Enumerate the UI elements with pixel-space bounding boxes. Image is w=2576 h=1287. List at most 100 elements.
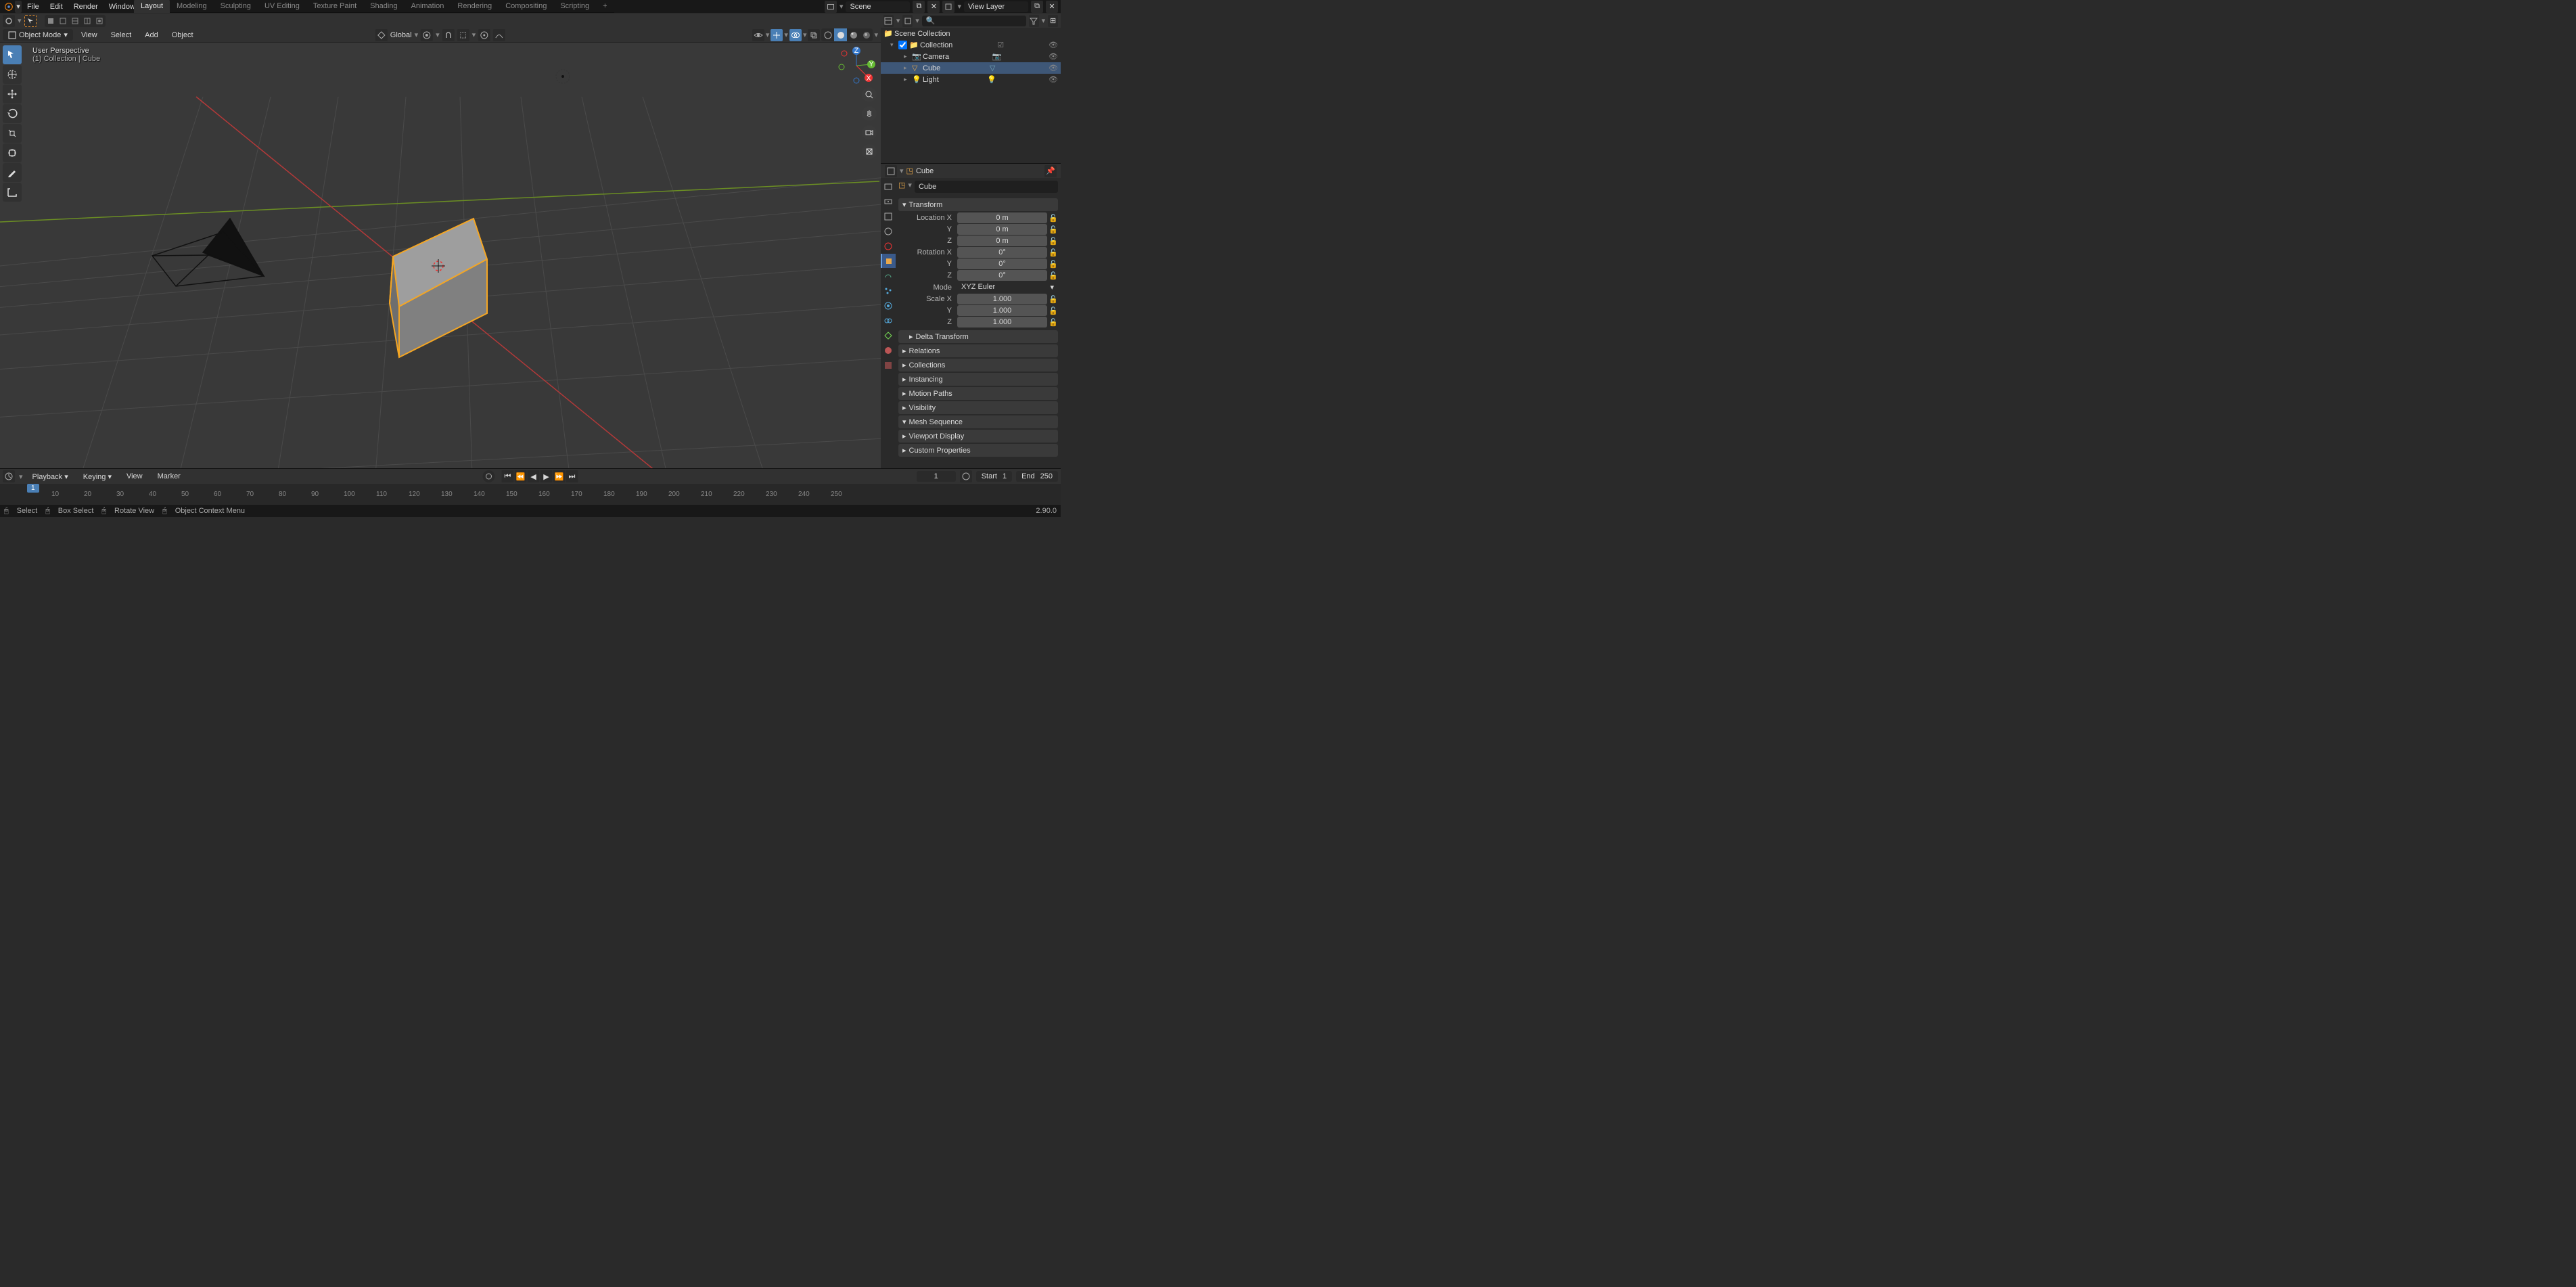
blender-logo-icon[interactable] bbox=[3, 1, 15, 13]
workspace-tab-layout[interactable]: Layout bbox=[134, 0, 170, 13]
dropdown-icon[interactable]: ▾ bbox=[896, 16, 900, 25]
rotate-tool[interactable] bbox=[3, 104, 22, 123]
ptab-texture[interactable] bbox=[881, 358, 896, 372]
proportional-falloff-icon[interactable] bbox=[493, 29, 505, 41]
ptab-data[interactable] bbox=[881, 328, 896, 342]
add-workspace-button[interactable]: + bbox=[596, 0, 614, 13]
cursor-tool[interactable] bbox=[3, 65, 22, 84]
select-box-tool[interactable] bbox=[3, 45, 22, 64]
dropdown-icon[interactable]: ▾ bbox=[900, 166, 904, 175]
tree-item-camera[interactable]: ▸ 📷 Camera 📷 👁 bbox=[881, 51, 1061, 62]
ptab-physics[interactable] bbox=[881, 298, 896, 313]
rot-x-field[interactable]: 0° bbox=[957, 247, 1047, 258]
eye-icon[interactable]: 👁 bbox=[1049, 41, 1058, 49]
dropdown-icon[interactable]: ▾ bbox=[19, 472, 23, 481]
dropdown-icon[interactable]: ▾ bbox=[18, 16, 22, 25]
menu-file[interactable]: File bbox=[22, 1, 45, 13]
viewport-3d[interactable]: User Perspective (1) Collection | Cube X… bbox=[0, 43, 881, 468]
section-transform[interactable]: ▾Transform bbox=[898, 198, 1058, 211]
eye-icon[interactable]: 👁 bbox=[1049, 64, 1058, 72]
camera-view-icon[interactable] bbox=[862, 125, 877, 140]
menu-edit[interactable]: Edit bbox=[45, 1, 68, 13]
loc-x-field[interactable]: 0 m bbox=[957, 212, 1047, 223]
visibility-icon[interactable] bbox=[752, 29, 764, 41]
select-mode-subtract[interactable] bbox=[69, 15, 81, 27]
scale-tool[interactable] bbox=[3, 124, 22, 143]
object-name-field[interactable] bbox=[915, 181, 1058, 193]
pan-gizmo-icon[interactable] bbox=[862, 106, 877, 121]
lock-icon[interactable]: 🔓 bbox=[1049, 237, 1058, 246]
dropdown-icon[interactable]: ▾ bbox=[957, 2, 961, 11]
lock-icon[interactable]: 🔓 bbox=[1049, 295, 1058, 304]
props-editor-icon[interactable] bbox=[885, 165, 897, 177]
pin-icon[interactable]: 📌 bbox=[1044, 165, 1057, 177]
perspective-toggle-icon[interactable] bbox=[862, 144, 877, 159]
eye-icon[interactable]: 👁 bbox=[1049, 52, 1058, 61]
measure-tool[interactable] bbox=[3, 183, 22, 202]
zoom-gizmo-icon[interactable] bbox=[862, 87, 877, 102]
dropdown-icon[interactable]: ▾ bbox=[766, 30, 770, 39]
tree-collection[interactable]: ▾ 📁 Collection ☑ 👁 bbox=[881, 39, 1061, 51]
ptab-viewlayer[interactable] bbox=[881, 209, 896, 223]
section-visibility[interactable]: ▸Visibility bbox=[898, 401, 1058, 414]
workspace-tab-scripting[interactable]: Scripting bbox=[553, 0, 596, 13]
select-mode-extend[interactable] bbox=[57, 15, 69, 27]
transform-tool[interactable] bbox=[3, 143, 22, 162]
exclude-icon[interactable]: ☑ bbox=[997, 41, 1004, 49]
tl-playback[interactable]: Playback ▾ bbox=[27, 470, 74, 483]
dropdown-icon[interactable]: ▾ bbox=[436, 30, 440, 39]
viewlayer-name-input[interactable] bbox=[964, 1, 1028, 12]
menu-render[interactable]: Render bbox=[68, 1, 104, 13]
overlay-toggle-icon[interactable] bbox=[789, 29, 802, 41]
scene-browse-icon[interactable] bbox=[825, 1, 837, 13]
outliner-editor-icon[interactable] bbox=[883, 15, 894, 27]
workspace-tab-sculpting[interactable]: Sculpting bbox=[214, 0, 258, 13]
shading-solid[interactable] bbox=[834, 28, 847, 41]
dropdown-icon[interactable]: ▾ bbox=[874, 30, 878, 39]
chevron-right-icon[interactable]: ▸ bbox=[904, 64, 912, 72]
play-icon[interactable]: ▶ bbox=[540, 470, 553, 482]
workspace-tab-rendering[interactable]: Rendering bbox=[451, 0, 499, 13]
select-mode-new[interactable] bbox=[45, 15, 57, 27]
light-data-icon[interactable]: 💡 bbox=[987, 75, 996, 84]
filter-icon[interactable] bbox=[1029, 15, 1039, 27]
section-collections[interactable]: ▸Collections bbox=[898, 359, 1058, 371]
annotate-tool[interactable] bbox=[3, 163, 22, 182]
eye-icon[interactable]: 👁 bbox=[1049, 75, 1058, 84]
ptab-object[interactable] bbox=[881, 254, 896, 268]
keyframe-prev-icon[interactable]: ⏪ bbox=[515, 470, 527, 482]
ptab-output[interactable] bbox=[881, 194, 896, 208]
workspace-tab-uv-editing[interactable]: UV Editing bbox=[258, 0, 306, 13]
vp-menu-view[interactable]: View bbox=[76, 29, 103, 41]
dropdown-icon[interactable]: ▾ bbox=[472, 30, 476, 39]
chevron-down-icon[interactable]: ▾ bbox=[890, 41, 898, 49]
ptab-modifiers[interactable] bbox=[881, 269, 896, 283]
ptab-render[interactable] bbox=[881, 179, 896, 194]
section-custom-props[interactable]: ▸Custom Properties bbox=[898, 444, 1058, 457]
jump-end-icon[interactable]: ⏭ bbox=[566, 470, 578, 482]
workspace-tab-texture-paint[interactable]: Texture Paint bbox=[306, 0, 363, 13]
rot-y-field[interactable]: 0° bbox=[957, 258, 1047, 269]
select-mode-invert[interactable] bbox=[81, 15, 93, 27]
section-motion[interactable]: ▸Motion Paths bbox=[898, 387, 1058, 400]
rotation-mode-select[interactable]: XYZ Euler ▾ bbox=[957, 281, 1058, 293]
viewlayer-browse-icon[interactable] bbox=[942, 1, 954, 13]
autokey-icon[interactable] bbox=[483, 470, 495, 482]
lock-icon[interactable]: 🔓 bbox=[1049, 271, 1058, 280]
gizmo-toggle-icon[interactable] bbox=[770, 29, 783, 41]
workspace-tab-modeling[interactable]: Modeling bbox=[170, 0, 214, 13]
editor-type-icon[interactable] bbox=[3, 15, 15, 27]
pivot-icon[interactable] bbox=[421, 29, 433, 41]
scale-y-field[interactable]: 1.000 bbox=[957, 305, 1047, 316]
dropdown-icon[interactable]: ▾ bbox=[840, 2, 844, 11]
dropdown-icon[interactable]: ▾ bbox=[15, 1, 22, 13]
jump-start-icon[interactable]: ⏮ bbox=[502, 470, 514, 482]
ptab-particles[interactable] bbox=[881, 284, 896, 298]
section-relations[interactable]: ▸Relations bbox=[898, 344, 1058, 357]
delete-viewlayer-icon[interactable]: ✕ bbox=[1046, 1, 1058, 13]
workspace-tab-shading[interactable]: Shading bbox=[363, 0, 404, 13]
lock-icon[interactable]: 🔓 bbox=[1049, 248, 1058, 257]
move-tool[interactable] bbox=[3, 85, 22, 104]
chevron-right-icon[interactable]: ▸ bbox=[904, 53, 912, 60]
shading-wireframe[interactable] bbox=[821, 28, 834, 41]
